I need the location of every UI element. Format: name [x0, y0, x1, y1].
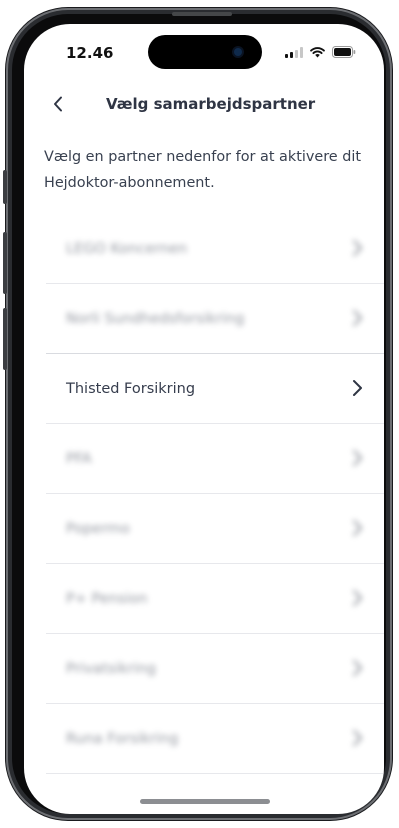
chevron-right-icon: [353, 310, 362, 326]
chevron-right-icon: [353, 730, 362, 746]
status-time: 12.46: [66, 44, 114, 62]
chevron-right-icon: [353, 520, 362, 536]
volume-down-button: [3, 308, 7, 370]
dynamic-island: [148, 35, 262, 69]
partner-label: Privatsikring: [66, 660, 156, 677]
partner-row[interactable]: Runa Forsikring: [46, 704, 384, 774]
chevron-left-icon: [54, 96, 62, 112]
chevron-right-icon: [353, 450, 362, 466]
app-screen: 12.46 Vælg samarbejdspartner Vælg en par…: [24, 24, 384, 814]
partner-list: LEGO Koncernen Norli Sundhedsforsikring Th…: [24, 214, 384, 774]
page-title: Vælg samarbejdspartner: [106, 95, 316, 113]
partner-row[interactable]: Thisted Forsikring: [46, 353, 384, 424]
partner-label: Runa Forsikring: [66, 730, 179, 747]
intro-text: Vælg en partner nedenfor for at aktivere…: [44, 149, 362, 191]
home-indicator[interactable]: [140, 799, 270, 804]
status-bar: 12.46: [24, 24, 384, 82]
partner-row[interactable]: Norli Sundhedsforsikring: [46, 284, 384, 354]
nav-header: Vælg samarbejdspartner: [24, 86, 384, 126]
wifi-icon: [310, 46, 325, 58]
chevron-right-icon: [353, 240, 362, 256]
status-icons: [285, 46, 356, 58]
battery-icon: [332, 46, 356, 58]
chevron-right-icon: [353, 660, 362, 676]
chevron-right-icon: [353, 380, 362, 396]
partner-label: Thisted Forsikring: [66, 380, 196, 397]
chevron-right-icon: [353, 590, 362, 606]
partner-row[interactable]: P+ Pension: [46, 564, 384, 634]
partner-row[interactable]: LEGO Koncernen: [46, 214, 384, 284]
volume-up-button: [3, 232, 7, 294]
phone-speaker: [172, 12, 232, 16]
partner-row[interactable]: Popermo: [46, 494, 384, 564]
partner-label: PFA: [66, 450, 92, 467]
back-button[interactable]: [46, 92, 70, 116]
partner-label: Norli Sundhedsforsikring: [66, 310, 245, 327]
partner-row[interactable]: PFA: [46, 424, 384, 494]
partner-label: Popermo: [66, 520, 130, 537]
camera-icon: [234, 48, 242, 56]
mute-switch: [3, 170, 7, 204]
partner-label: P+ Pension: [66, 590, 148, 607]
cellular-signal-icon: [285, 46, 303, 58]
partner-label: LEGO Koncernen: [66, 240, 188, 257]
partner-row[interactable]: Privatsikring: [46, 634, 384, 704]
